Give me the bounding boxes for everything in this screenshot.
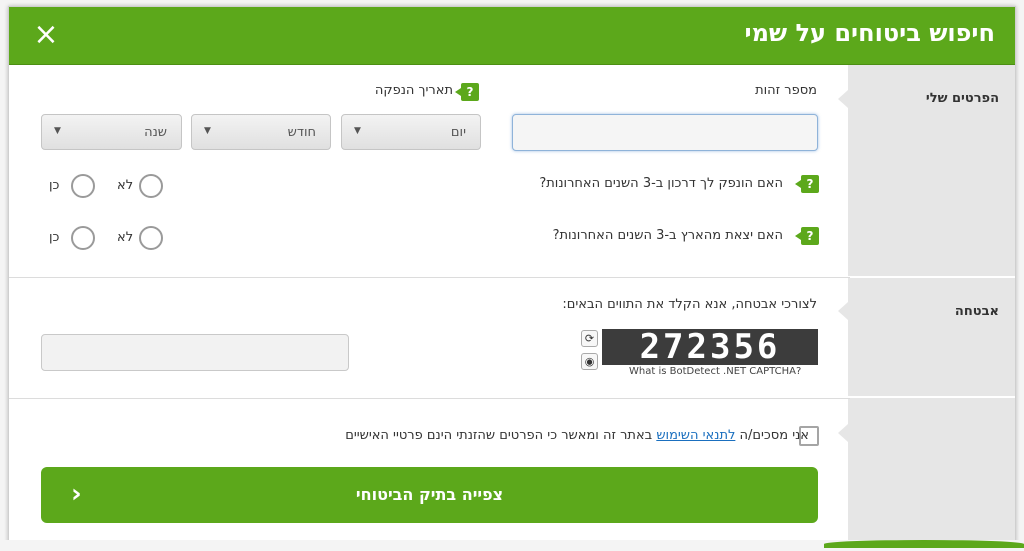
passport-yes-radio[interactable] (71, 174, 95, 198)
sidebar-label-details: הפרטים שלי (925, 91, 999, 106)
year-select[interactable]: שנה ▼ (41, 114, 182, 150)
day-select-value: יום (450, 125, 466, 140)
passport-yes-label: כן (49, 178, 60, 193)
sidebar-section-details: הפרטים שלי (838, 65, 1015, 278)
chevron-left-icon: ‹ (71, 479, 82, 509)
terms-link[interactable]: לתנאי השימוש (656, 428, 735, 443)
section-pointer (838, 90, 848, 108)
dialog-title: חיפוש ביטוחים על שמי (744, 19, 996, 47)
sound-icon[interactable]: ◉ (581, 353, 598, 370)
refresh-icon[interactable]: ⟳ (581, 330, 598, 347)
chevron-down-icon: ▼ (54, 126, 61, 136)
sidebar: הפרטים שלי אבטחה (838, 65, 1015, 545)
background-decoration (0, 540, 1024, 551)
id-number-input[interactable] (512, 114, 818, 151)
captcha-input[interactable] (41, 334, 349, 371)
captcha-info-link[interactable]: What is BotDetect .NET CAPTCHA? (629, 366, 801, 377)
abroad-yes-radio[interactable] (71, 226, 95, 250)
help-icon[interactable]: ? (455, 83, 479, 101)
terms-agreement-text: אני מסכים/ה לתנאי השימוש באתר זה ומאשר כ… (345, 428, 809, 443)
agree-suffix: באתר זה ומאשר כי הפרטים שהזנתי הינם פרטי… (345, 428, 653, 443)
abroad-yes-label: כן (49, 230, 60, 245)
section-pointer (838, 424, 848, 442)
agree-prefix: אני מסכים/ה (739, 428, 809, 443)
chevron-down-icon: ▼ (354, 126, 361, 136)
abroad-no-radio[interactable] (139, 226, 163, 250)
passport-no-radio[interactable] (139, 174, 163, 198)
captcha-image: 272356 (602, 329, 818, 365)
help-icon[interactable]: ? (795, 175, 819, 193)
dialog-header: חיפוש ביטוחים על שמי × (9, 7, 1015, 65)
day-select[interactable]: יום ▼ (341, 114, 481, 150)
issue-date-label: תאריך הנפקה (374, 83, 453, 98)
passport-no-label: לא (117, 178, 134, 193)
section-divider (9, 277, 850, 278)
sidebar-section-terms (838, 398, 1015, 545)
month-select-value: חודש (287, 125, 316, 140)
captcha-prompt: לצורכי אבטחה, אנא הקלד את התווים הבאים: (562, 297, 817, 312)
view-insurance-button[interactable]: צפייה בתיק הביטוחי ‹ (41, 467, 818, 523)
id-number-label: מספר זהות (755, 83, 817, 98)
sidebar-label-security: אבטחה (954, 304, 999, 319)
sidebar-section-security: אבטחה (838, 278, 1015, 398)
year-select-value: שנה (144, 125, 167, 140)
section-divider (9, 398, 850, 399)
month-select[interactable]: חודש ▼ (191, 114, 331, 150)
passport-question: האם הונפק לך דרכון ב-3 השנים האחרונות? (539, 176, 783, 191)
abroad-question: האם יצאת מהארץ ב-3 השנים האחרונות? (552, 228, 783, 243)
insurance-search-dialog: חיפוש ביטוחים על שמי × הפרטים שלי אבטחה … (8, 6, 1016, 546)
view-insurance-button-label: צפייה בתיק הביטוחי (355, 485, 504, 504)
help-icon[interactable]: ? (795, 227, 819, 245)
section-pointer (838, 302, 848, 320)
close-icon[interactable]: × (29, 18, 63, 52)
abroad-no-label: לא (117, 230, 134, 245)
chevron-down-icon: ▼ (204, 126, 211, 136)
